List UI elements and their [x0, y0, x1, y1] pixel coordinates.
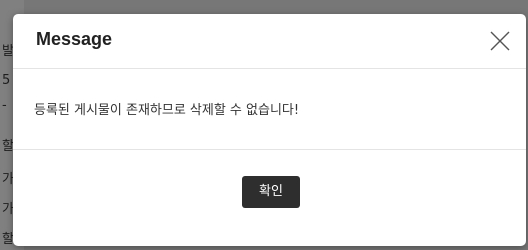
- close-button[interactable]: [489, 30, 511, 52]
- dialog-footer: 확인: [13, 150, 526, 246]
- confirm-button[interactable]: 확인: [242, 176, 300, 208]
- dialog-body: 등록된 게시물이 존재하므로 삭제할 수 없습니다!: [13, 69, 526, 150]
- message-dialog: Message 등록된 게시물이 존재하므로 삭제할 수 없습니다! 확인: [13, 14, 526, 246]
- dialog-title: Message: [36, 29, 113, 49]
- dialog-header: Message: [13, 14, 526, 69]
- close-icon: [490, 31, 510, 51]
- dialog-message: 등록된 게시물이 존재하므로 삭제할 수 없습니다!: [34, 103, 300, 118]
